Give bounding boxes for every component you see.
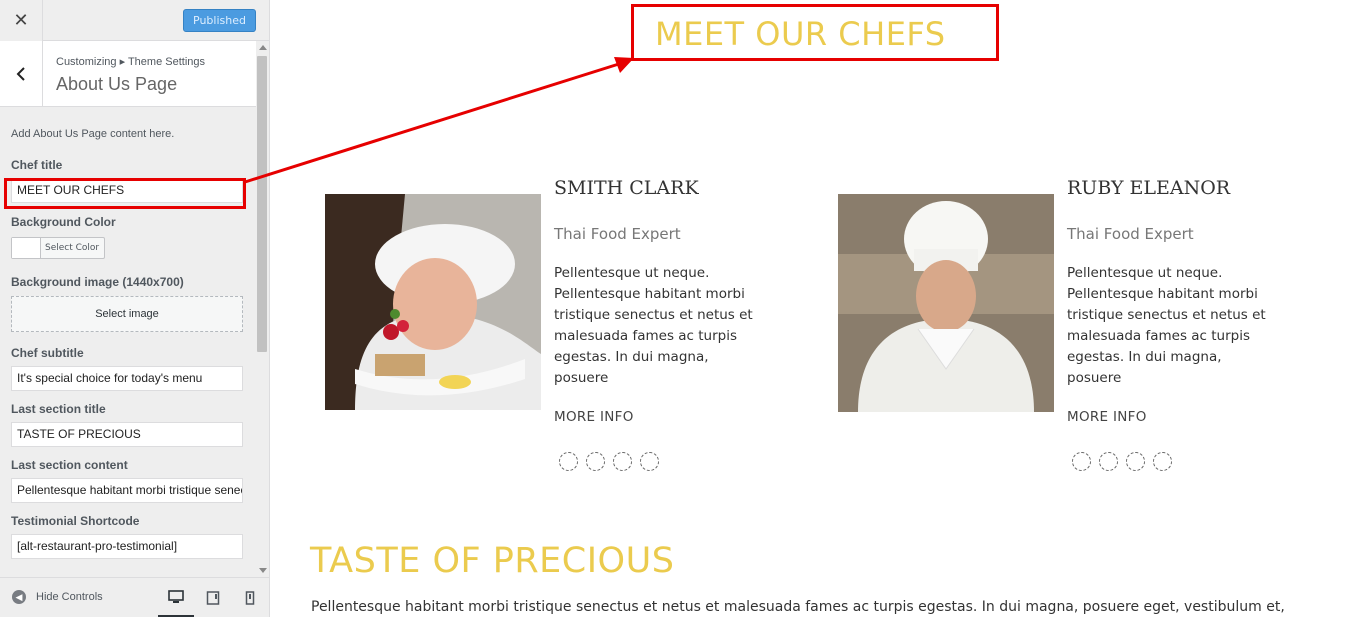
scroll-down-icon[interactable] bbox=[259, 568, 267, 573]
mobile-icon bbox=[245, 591, 255, 605]
social-icon[interactable] bbox=[559, 452, 578, 471]
scroll-thumb[interactable] bbox=[257, 56, 267, 352]
arrow-left-circle-icon: ◀ bbox=[12, 590, 26, 604]
mobile-preview-button[interactable] bbox=[232, 578, 268, 617]
chef-title-input[interactable]: MEET OUR CHEFS bbox=[11, 178, 243, 203]
chef-role: Thai Food Expert bbox=[1067, 225, 1194, 243]
social-icon[interactable] bbox=[1126, 452, 1145, 471]
last-title-input[interactable]: TASTE OF PRECIOUS bbox=[11, 422, 243, 447]
breadcrumb: Customizing ▸ Theme Settings bbox=[56, 56, 205, 68]
last-content-input[interactable]: Pellentesque habitant morbi tristique se… bbox=[11, 478, 243, 503]
chef-name: SMITH CLARK bbox=[554, 177, 699, 199]
social-icon[interactable] bbox=[1072, 452, 1091, 471]
chef-photo bbox=[838, 194, 1054, 412]
chef-subtitle-label: Chef subtitle bbox=[11, 346, 84, 360]
tablet-preview-button[interactable] bbox=[195, 578, 231, 617]
hide-controls-button[interactable]: ◀ Hide Controls bbox=[12, 590, 103, 604]
select-color-button[interactable]: Select Color bbox=[11, 237, 105, 259]
taste-section-title: TASTE OF PRECIOUS bbox=[310, 541, 675, 581]
tablet-icon bbox=[206, 591, 220, 605]
social-icon[interactable] bbox=[1153, 452, 1172, 471]
back-button[interactable] bbox=[0, 41, 43, 106]
social-icon[interactable] bbox=[640, 452, 659, 471]
chef-photo bbox=[325, 194, 541, 410]
select-image-button[interactable]: Select image bbox=[11, 296, 243, 332]
testimonial-input[interactable]: [alt-restaurant-pro-testimonial] bbox=[11, 534, 243, 559]
more-info-link[interactable]: MORE INFO bbox=[554, 409, 634, 425]
chevron-left-icon bbox=[16, 66, 25, 81]
chef-social-icons bbox=[1072, 452, 1180, 471]
social-icon[interactable] bbox=[613, 452, 632, 471]
close-icon[interactable]: ✕ bbox=[0, 0, 43, 41]
site-preview: MEET OUR CHEFS SMITH CLARK Thai Food Exp… bbox=[270, 0, 1351, 617]
last-title-label: Last section title bbox=[11, 402, 106, 416]
sidebar-scrollbar[interactable] bbox=[256, 41, 269, 577]
bg-color-label: Background Color bbox=[11, 215, 116, 229]
desktop-icon bbox=[168, 589, 184, 603]
chef-bio: Pellentesque ut neque. Pellentesque habi… bbox=[1067, 265, 1266, 386]
publish-button[interactable]: Published bbox=[183, 9, 256, 32]
customizer-sidebar: ✕ Published Customizing ▸ Theme Settings… bbox=[0, 0, 270, 617]
hide-controls-label: Hide Controls bbox=[36, 591, 103, 603]
scroll-up-icon[interactable] bbox=[259, 45, 267, 50]
testimonial-label: Testimonial Shortcode bbox=[11, 514, 140, 528]
chef-social-icons bbox=[559, 452, 667, 471]
controls-panel[interactable]: Customizing ▸ Theme Settings About Us Pa… bbox=[0, 41, 256, 577]
more-info-link[interactable]: MORE INFO bbox=[1067, 409, 1147, 425]
chef-subtitle-input[interactable]: It's special choice for today's menu bbox=[11, 366, 243, 391]
chef-title-label: Chef title bbox=[11, 158, 63, 172]
last-content-label: Last section content bbox=[11, 458, 128, 472]
desktop-preview-button[interactable] bbox=[158, 578, 194, 617]
customizer-header: ✕ Published bbox=[0, 0, 269, 41]
section-title: About Us Page bbox=[56, 74, 178, 94]
chef-bio: Pellentesque ut neque. Pellentesque habi… bbox=[554, 265, 753, 386]
social-icon[interactable] bbox=[586, 452, 605, 471]
select-color-label: Select Color bbox=[45, 243, 100, 253]
section-header: Customizing ▸ Theme Settings About Us Pa… bbox=[0, 41, 256, 107]
color-swatch bbox=[12, 238, 41, 258]
annotation-highlight-title bbox=[631, 4, 999, 61]
bg-image-label: Background image (1440x700) bbox=[11, 275, 184, 289]
taste-section-text: Pellentesque habitant morbi tristique se… bbox=[311, 599, 1285, 615]
chef-role: Thai Food Expert bbox=[554, 225, 681, 243]
section-description: Add About Us Page content here. bbox=[11, 128, 175, 140]
social-icon[interactable] bbox=[1099, 452, 1118, 471]
customizer-screen: ✕ Published Customizing ▸ Theme Settings… bbox=[0, 0, 1351, 617]
customizer-footer: ◀ Hide Controls bbox=[0, 577, 269, 617]
chef-name: RUBY ELEANOR bbox=[1067, 177, 1231, 199]
